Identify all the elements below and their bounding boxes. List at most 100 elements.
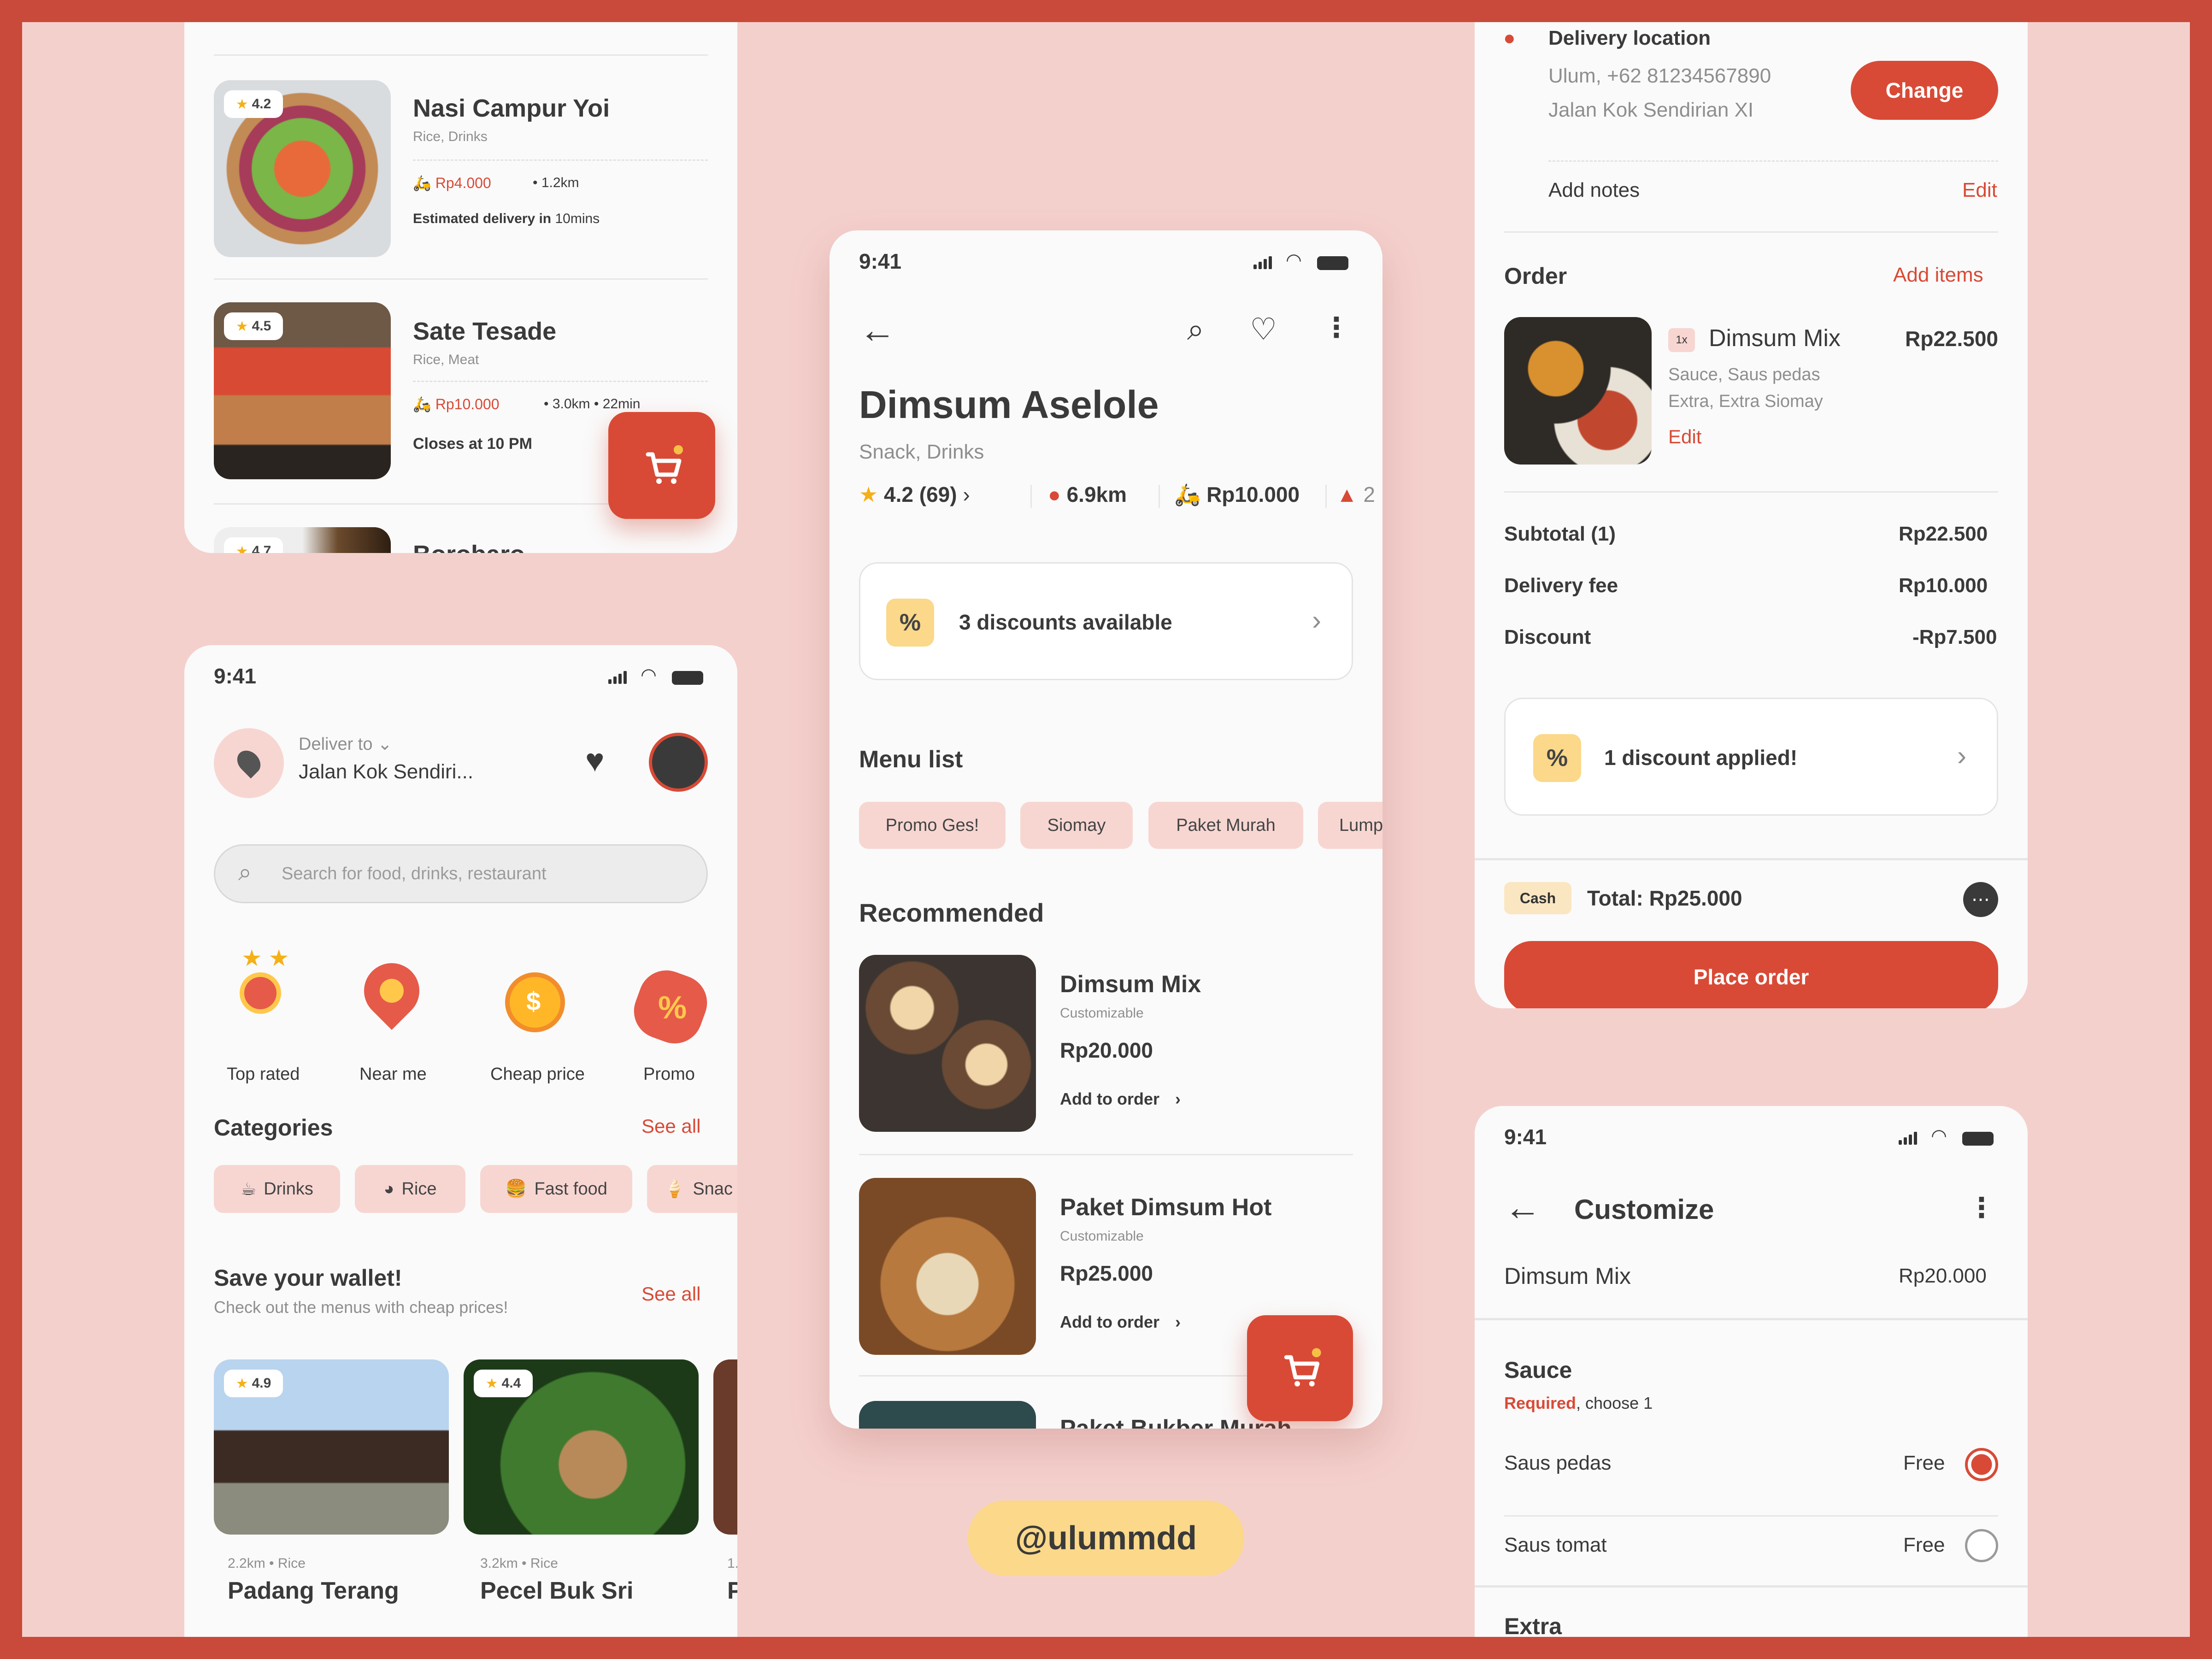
sauce-option[interactable]: Saus tomat Free [1504,1512,1998,1585]
menu-item-note: Customizable [1060,1229,1144,1244]
menu-chip-paket-murah[interactable]: Paket Murah [1148,802,1303,849]
restaurant-tags: Rice, Meat [413,352,479,367]
star-icon: ★ [235,543,248,553]
order-total: Total: Rp25.000 [1587,886,1742,910]
category-chip-rice[interactable]: ◕ Rice [355,1165,465,1213]
wallet-subtitle: Check out the menus with cheap prices! [214,1298,508,1317]
delivery-street: Jalan Kok Sendirian XI [1548,99,1754,121]
add-to-order-button[interactable]: Add to order › [1060,1312,1181,1332]
food-image [1504,317,1652,465]
back-arrow-icon[interactable]: ← [1504,1186,1541,1229]
menu-item-price: Rp25.000 [1060,1261,1153,1285]
place-order-button[interactable]: Place order [1504,941,1998,1008]
menu-chip-promo[interactable]: Promo Ges! [859,802,1006,849]
categories-title: Categories [214,1115,333,1141]
quick-label: Top rated [227,1065,300,1084]
chevron-right-icon: › [1312,605,1321,635]
wallet-see-all-link[interactable]: See all [641,1283,700,1305]
stars-decoration: ★ ★ [241,945,289,971]
order-item-option: Extra, Extra Siomay [1668,392,1823,411]
menu-chip-lump[interactable]: Lump [1318,802,1382,849]
sauce-section-title: Sauce [1504,1357,1572,1383]
restaurant-name: Nasi Campur Yoi [413,94,610,122]
order-item-name: Dimsum Mix [1709,325,1841,352]
categories-see-all-link[interactable]: See all [641,1115,700,1137]
closing-time: Closes at 10 PM [413,435,532,453]
delivery-fee: 🛵 Rp4.000 [413,175,491,191]
wallet-meta: 1. [727,1556,737,1571]
customize-item-name: Dimsum Mix [1504,1263,1631,1289]
star-icon: ★ [485,1376,498,1391]
star-icon: ★ [235,318,248,334]
subtotal-value: Rp22.500 [1899,523,1988,545]
radio-unselected[interactable] [1965,1529,1998,1562]
quick-promo[interactable]: % Promo [608,945,737,1084]
add-notes-label: Add notes [1548,179,1640,201]
signal-icon [1253,256,1274,271]
more-options-icon[interactable]: ⋯ [1963,882,1998,917]
quick-top-rated[interactable]: ★ ★ Top rated [203,945,309,1084]
battery-icon [1962,1132,1994,1146]
wallet-name: Padang Terang [228,1577,399,1604]
option-price: Free [1903,1534,1945,1556]
option-label: Saus pedas [1504,1452,1612,1474]
radio-selected[interactable] [1965,1448,1998,1481]
favorites-heart-icon[interactable]: ♥ [585,742,605,779]
rating-stat[interactable]: ★ 4.2 (69) › [859,482,970,507]
menu-item-price: Rp20.000 [1060,1038,1153,1062]
cart-button[interactable] [608,412,715,519]
delivery-address[interactable]: Jalan Kok Sendiri... [299,760,473,783]
more-vertical-icon[interactable]: ⋮ [1323,312,1350,344]
list-item[interactable]: ★ 4.2 Nasi Campur Yoi Rice, Drinks 🛵 Rp4.… [184,22,737,257]
currency-symbol: $ [526,987,541,1016]
discount-applied-banner[interactable]: % 1 discount applied! › [1504,698,1998,816]
category-chip-drinks[interactable]: ☕ Drinks [214,1165,340,1213]
extra-stat: ▲ 2 [1336,482,1375,506]
payment-method-badge[interactable]: Cash [1504,882,1571,914]
category-chip-fast-food[interactable]: 🍔 Fast food [480,1165,632,1213]
medal-icon [240,972,281,1014]
back-arrow-icon[interactable]: ← [859,309,896,351]
delivery-fee: 🛵 Rp10.000 [413,396,500,412]
delivery-fee-stat: 🛵 Rp10.000 [1174,482,1300,506]
add-to-order-button[interactable]: Add to order › [1060,1089,1181,1109]
search-input[interactable]: ⌕ Search for food, drinks, restaurant [214,844,708,903]
delivery-location-title: Delivery location [1548,27,1711,49]
avatar[interactable] [649,733,708,792]
checkout-screen: ● Delivery location Ulum, +62 8123456789… [1475,22,2028,1008]
restaurant-meta: • 3.0km • 22min [544,396,641,412]
wifi-icon: ◠ [1931,1126,1947,1146]
add-items-link[interactable]: Add items [1893,264,1983,287]
more-vertical-icon[interactable]: ⋮ [1968,1192,1995,1224]
menu-item-note: Customizable [1060,1006,1144,1021]
location-pin-icon: ● [1048,482,1061,506]
wallet-card[interactable]: 1. P [713,1359,737,1636]
category-chip-snack[interactable]: 🍦 Snac [647,1165,737,1213]
sauce-requirement: Required, choose 1 [1504,1394,1653,1412]
menu-item[interactable]: Dimsum Mix Customizable Rp20.000 Add to … [859,955,1353,1139]
wallet-card[interactable]: ★ 4.9 2.2km • Rice Padang Terang [214,1359,449,1636]
search-placeholder: Search for food, drinks, restaurant [282,864,547,883]
quick-cheap-price[interactable]: $ Cheap price [470,945,590,1084]
status-time: 9:41 [859,249,902,273]
sauce-option[interactable]: Saus pedas Free [1504,1429,1998,1502]
wifi-icon: ◠ [1286,250,1302,271]
deliver-to-label[interactable]: Deliver to ⌄ [299,734,392,754]
ice-cream-icon: 🍦 [664,1179,686,1199]
discount-text: 3 discounts available [959,610,1172,634]
cart-icon [1284,1348,1321,1387]
discount-banner[interactable]: % 3 discounts available › [859,562,1353,680]
subtotal-label: Subtotal (1) [1504,523,1616,545]
search-icon[interactable]: ⌕ [1187,312,1204,348]
quick-near-me[interactable]: Near me [336,945,442,1084]
wallet-card[interactable]: ★ 4.4 3.2km • Rice Pecel Buk Sri [464,1359,699,1636]
menu-chip-siomay[interactable]: Siomay [1020,802,1133,849]
restaurant-name: Sate Tesade [413,318,557,345]
quantity-badge: 1x [1668,328,1695,352]
heart-outline-icon[interactable]: ♡ [1250,312,1277,347]
edit-order-item-link[interactable]: Edit [1668,426,1701,448]
order-item-price: Rp22.500 [1905,327,1999,351]
change-address-button[interactable]: Change [1851,61,1998,120]
cart-button[interactable] [1247,1315,1353,1421]
edit-notes-link[interactable]: Edit [1962,179,1997,202]
